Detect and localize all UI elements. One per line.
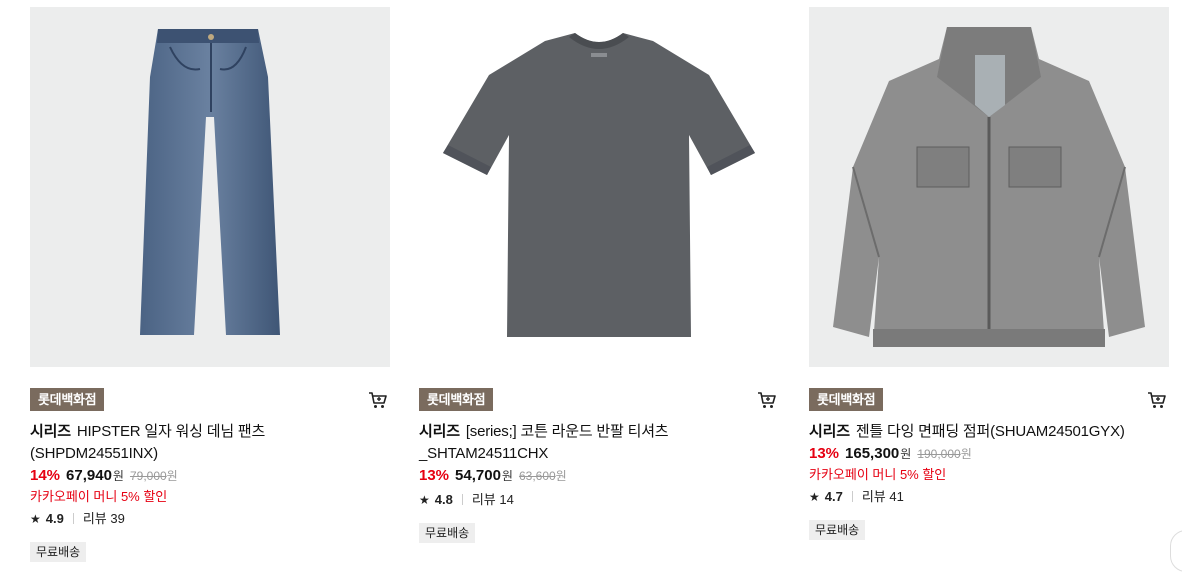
- promo-text: 카카오페이 머니 5% 할인: [809, 467, 947, 482]
- brand-name: 시리즈: [809, 423, 850, 440]
- sale-price: 54,700: [455, 467, 501, 484]
- jeans-illustration: [140, 29, 280, 335]
- cart-icon[interactable]: [368, 390, 388, 410]
- currency: 원: [900, 447, 912, 461]
- product-name: 젠틀 다잉 면패딩 점퍼(SHUAM24501GYX): [855, 423, 1125, 440]
- free-shipping-badge: 무료배송: [419, 523, 476, 543]
- product-title[interactable]: 시리즈 [series;] 코튼 라운드 반팔 티셔츠 _SHTAM24511CH…: [419, 421, 779, 465]
- jacket-illustration: [833, 27, 1145, 347]
- star-icon: ★: [419, 493, 430, 507]
- original-currency: 원: [960, 447, 972, 461]
- price-row: 13% 54,700원 63,600원: [419, 465, 779, 487]
- floating-scroll-button[interactable]: [1170, 530, 1182, 572]
- product-name-line2: (SHPDM24551INX): [30, 445, 158, 462]
- rating-score: 4.8: [434, 492, 453, 507]
- star-icon: ★: [30, 512, 41, 526]
- original-price: 63,600: [518, 469, 556, 483]
- review-count: 리뷰 39: [82, 511, 125, 526]
- discount-rate: 13%: [809, 445, 840, 462]
- promo-text: 카카오페이 머니 5% 할인: [30, 489, 168, 504]
- product-name: [series;] 코튼 라운드 반팔 티셔츠: [465, 423, 669, 440]
- rating-score: 4.7: [824, 489, 843, 504]
- original-price: 79,000: [129, 469, 167, 483]
- original-price: 190,000: [917, 447, 961, 461]
- free-shipping-badge: 무료배송: [809, 520, 866, 540]
- price-row: 13% 165,300원 190,000원: [809, 443, 1169, 465]
- product-image-jacket[interactable]: [809, 7, 1169, 367]
- rating-score: 4.9: [45, 511, 64, 526]
- free-shipping-badge: 무료배송: [30, 542, 87, 562]
- original-currency: 원: [555, 469, 567, 483]
- review-count: 리뷰 41: [861, 489, 904, 504]
- brand-name: 시리즈: [419, 423, 460, 440]
- divider: [461, 494, 463, 505]
- product-image-jeans[interactable]: [30, 7, 390, 367]
- discount-rate: 13%: [419, 467, 450, 484]
- product-name-line2: _SHTAM24511CHX: [419, 445, 549, 462]
- store-badge: 롯데백화점: [419, 388, 494, 411]
- store-badge: 롯데백화점: [809, 388, 884, 411]
- product-card[interactable]: 롯데백화점 시리즈 HIPSTER 일자 워싱 데님 팬츠 (SHPDM24551…: [30, 7, 390, 562]
- original-currency: 원: [166, 469, 178, 483]
- rating-row: ★ 4.9 리뷰 39: [30, 509, 390, 529]
- price-row: 14% 67,940원 79,000원: [30, 465, 390, 487]
- product-title[interactable]: 시리즈 HIPSTER 일자 워싱 데님 팬츠 (SHPDM24551INX): [30, 421, 390, 465]
- divider: [851, 491, 853, 502]
- star-icon: ★: [809, 490, 820, 504]
- rating-row: ★ 4.7 리뷰 41: [809, 487, 1169, 507]
- sale-price: 67,940: [66, 467, 112, 484]
- sale-price: 165,300: [845, 445, 900, 462]
- product-card[interactable]: 롯데백화점 시리즈 [series;] 코튼 라운드 반팔 티셔츠 _SHTAM2…: [419, 7, 779, 543]
- product-image-tshirt[interactable]: [419, 7, 779, 367]
- currency: 원: [112, 469, 124, 483]
- review-count: 리뷰 14: [471, 492, 514, 507]
- product-card[interactable]: 롯데백화점 시리즈 젠틀 다잉 면패딩 점퍼(SHUAM24501GYX) 13%…: [809, 7, 1169, 540]
- rating-row: ★ 4.8 리뷰 14: [419, 490, 779, 510]
- product-title[interactable]: 시리즈 젠틀 다잉 면패딩 점퍼(SHUAM24501GYX): [809, 421, 1169, 443]
- divider: [72, 513, 74, 524]
- tshirt-illustration: [443, 33, 755, 337]
- store-badge: 롯데백화점: [30, 388, 105, 411]
- currency: 원: [501, 469, 513, 483]
- cart-icon[interactable]: [757, 390, 777, 410]
- discount-rate: 14%: [30, 467, 61, 484]
- cart-icon[interactable]: [1147, 390, 1167, 410]
- product-name: HIPSTER 일자 워싱 데님 팬츠: [76, 423, 266, 440]
- brand-name: 시리즈: [30, 423, 71, 440]
